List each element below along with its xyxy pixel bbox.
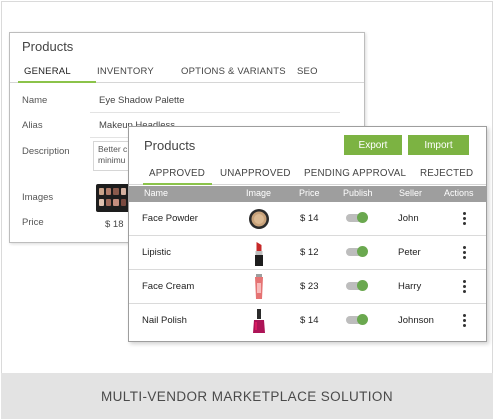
caption-text: MULTI-VENDOR MARKETPLACE SOLUTION (101, 388, 393, 404)
tab-rejected[interactable]: REJECTED (420, 168, 473, 179)
product-seller: Peter (398, 247, 421, 258)
column-publish[interactable]: Publish (343, 188, 373, 198)
tab-approved[interactable]: APPROVED (149, 168, 205, 179)
product-name: Face Powder (142, 213, 198, 224)
row-actions-menu-icon[interactable] (463, 246, 467, 260)
row-actions-menu-icon[interactable] (463, 212, 467, 226)
import-button[interactable]: Import (408, 135, 469, 155)
palette-swatch (113, 188, 119, 195)
product-price: $ 23 (300, 281, 319, 292)
palette-swatch (99, 188, 105, 195)
table-row[interactable]: Face Powder $ 14 John (129, 202, 486, 236)
face-cream-icon (255, 274, 263, 299)
product-seller: Harry (398, 281, 422, 292)
column-actions: Actions (444, 188, 474, 198)
palette-swatch (99, 199, 105, 206)
face-powder-icon (249, 209, 269, 229)
tab-options-variants[interactable]: OPTIONS & VARIANTS (181, 66, 286, 77)
column-price[interactable]: Price (299, 188, 320, 198)
product-price: $ 14 (300, 315, 319, 326)
name-field-underline (90, 112, 340, 113)
tab-inventory[interactable]: INVENTORY (97, 66, 154, 77)
publish-toggle[interactable] (346, 212, 368, 223)
active-tab-indicator (18, 81, 96, 83)
column-image: Image (246, 188, 272, 198)
table-header: Name Image Price Publish Seller Actions (129, 186, 486, 202)
product-name: Nail Polish (142, 315, 187, 326)
images-label: Images (22, 192, 54, 203)
tab-general[interactable]: GENERAL (24, 66, 71, 77)
palette-swatch (120, 199, 126, 206)
tab-unapproved[interactable]: UNAPPROVED (220, 168, 291, 179)
lipstick-icon (255, 242, 263, 266)
tab-pending-approval[interactable]: PENDING APPROVAL (304, 168, 406, 179)
row-actions-menu-icon[interactable] (463, 314, 467, 328)
name-label: Name (22, 95, 48, 106)
product-name: Face Cream (142, 281, 195, 292)
table-row[interactable]: Face Cream $ 23 Harry (129, 270, 486, 304)
product-seller: John (398, 213, 419, 224)
approval-tabs: APPROVED UNAPPROVED PENDING APPROVAL REJ… (129, 163, 486, 185)
export-button[interactable]: Export (344, 135, 402, 155)
palette-swatch (106, 188, 112, 195)
palette-swatch (106, 199, 112, 206)
caption-bar: MULTI-VENDOR MARKETPLACE SOLUTION (1, 373, 493, 419)
table-row[interactable]: Nail Polish $ 14 Johnson (129, 304, 486, 338)
description-label: Description (22, 146, 70, 157)
publish-toggle[interactable] (346, 314, 368, 325)
tab-seo[interactable]: SEO (297, 66, 318, 77)
column-name[interactable]: Name (144, 188, 168, 198)
publish-toggle[interactable] (346, 280, 368, 291)
active-tab-indicator (143, 183, 212, 185)
product-name: Lipistic (142, 247, 172, 258)
publish-toggle[interactable] (346, 246, 368, 257)
products-title: Products (144, 138, 196, 153)
product-price: $ 12 (300, 247, 319, 258)
row-actions-menu-icon[interactable] (463, 280, 467, 294)
nail-polish-icon (253, 309, 265, 333)
alias-label: Alias (22, 120, 43, 131)
name-field[interactable]: Eye Shadow Palette (99, 95, 185, 106)
product-price: $ 14 (300, 213, 319, 224)
palette-swatch (113, 199, 119, 206)
editor-title: Products (22, 39, 74, 54)
products-list-panel: Products Export Import APPROVED UNAPPROV… (128, 126, 487, 342)
product-seller: Johnson (398, 315, 434, 326)
palette-swatch (120, 188, 126, 195)
price-label: Price (22, 217, 44, 228)
column-seller[interactable]: Seller (399, 188, 422, 198)
table-row[interactable]: Lipistic $ 12 Peter (129, 236, 486, 270)
price-field[interactable]: $ 18 (105, 219, 124, 230)
editor-tabs: GENERAL INVENTORY OPTIONS & VARIANTS SEO (10, 61, 364, 83)
